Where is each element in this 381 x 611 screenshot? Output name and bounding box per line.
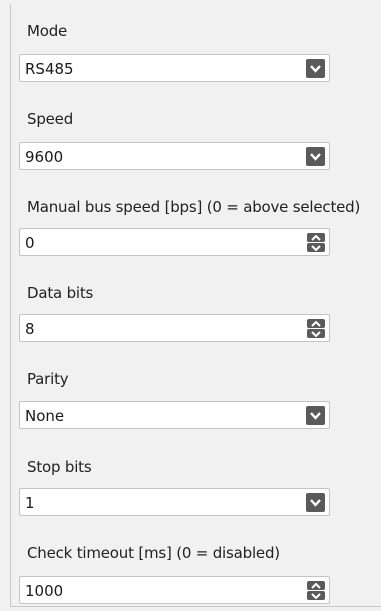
speed-label: Speed xyxy=(27,110,74,128)
check-timeout-label: Check timeout [ms] (0 = disabled) xyxy=(27,544,280,562)
data-bits-value: 8 xyxy=(25,320,35,338)
stop-bits-label: Stop bits xyxy=(27,458,92,476)
stop-bits-value: 1 xyxy=(25,494,35,512)
spinner xyxy=(307,581,325,600)
mode-label: Mode xyxy=(27,22,68,40)
spin-down-icon[interactable] xyxy=(307,329,325,338)
check-timeout-value: 1000 xyxy=(25,582,64,600)
speed-select[interactable]: 9600 xyxy=(19,142,330,170)
parity-select[interactable]: None xyxy=(19,401,330,429)
spin-up-icon[interactable] xyxy=(307,319,325,328)
spin-up-icon[interactable] xyxy=(307,233,325,242)
parity-value: None xyxy=(25,407,65,425)
mode-select[interactable]: RS485 xyxy=(19,54,330,82)
check-timeout-input[interactable]: 1000 xyxy=(19,576,330,604)
parity-label: Parity xyxy=(27,370,69,388)
manual-bus-speed-input[interactable]: 0 xyxy=(19,228,330,256)
spin-down-icon[interactable] xyxy=(307,591,325,600)
spinner xyxy=(307,233,325,252)
manual-bus-speed-value: 0 xyxy=(25,234,35,252)
spin-up-icon[interactable] xyxy=(307,581,325,590)
chevron-down-icon[interactable] xyxy=(306,406,325,425)
stop-bits-select[interactable]: 1 xyxy=(19,488,330,516)
speed-value: 9600 xyxy=(25,148,64,166)
chevron-down-icon[interactable] xyxy=(306,147,325,166)
settings-panel xyxy=(10,4,381,607)
data-bits-label: Data bits xyxy=(27,284,94,302)
data-bits-input[interactable]: 8 xyxy=(19,314,330,342)
spinner xyxy=(307,319,325,338)
spin-down-icon[interactable] xyxy=(307,243,325,252)
chevron-down-icon[interactable] xyxy=(306,493,325,512)
manual-bus-speed-label: Manual bus speed [bps] (0 = above select… xyxy=(27,198,361,216)
chevron-down-icon[interactable] xyxy=(306,59,325,78)
mode-value: RS485 xyxy=(25,60,74,78)
